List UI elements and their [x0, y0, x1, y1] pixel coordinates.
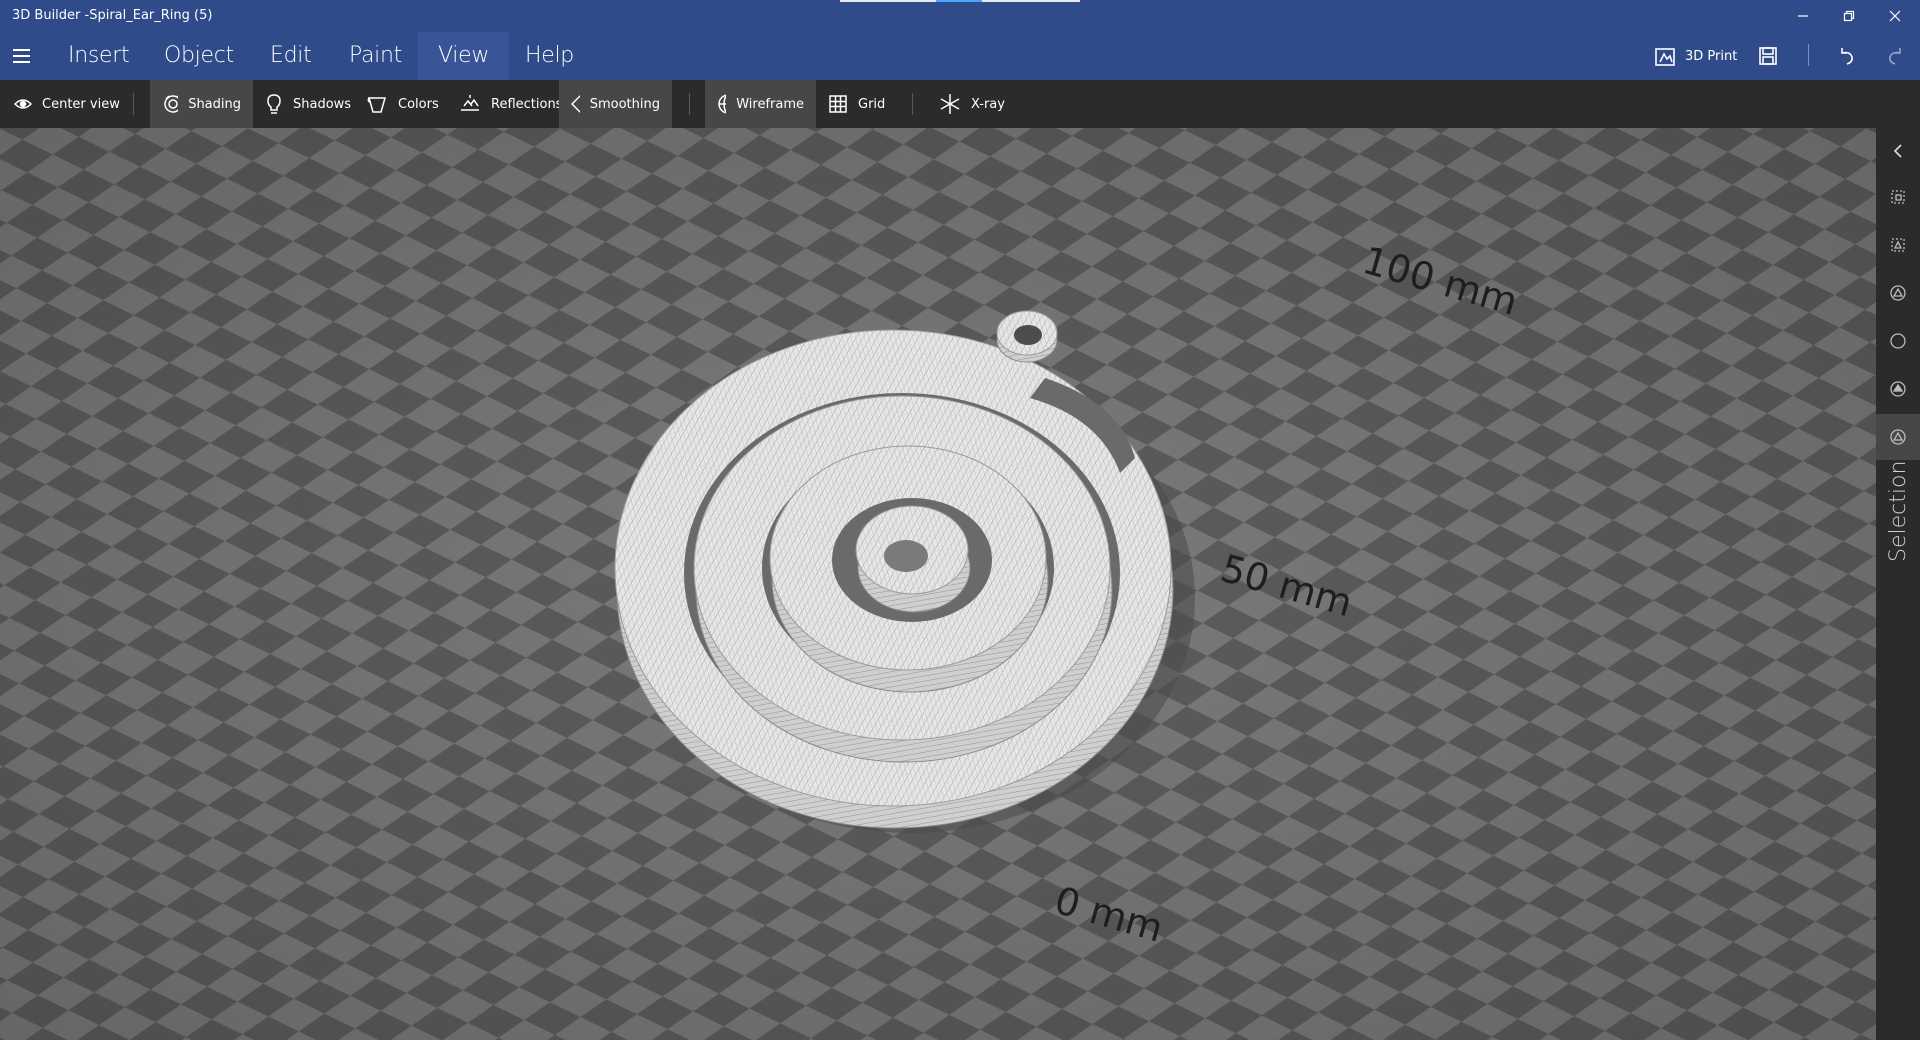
grid-icon [829, 95, 847, 113]
hamburger-menu-icon[interactable] [10, 44, 34, 68]
view-toolbar: Center view Shading Shadows Colors Refle… [0, 80, 1920, 128]
shading-icon [164, 95, 179, 113]
collapse-panel-button[interactable] [1876, 128, 1920, 174]
redo-icon [1889, 48, 1901, 65]
undo-button[interactable] [1836, 32, 1858, 80]
shading-label: Shading [188, 96, 241, 112]
hanging-loop-hole [1014, 325, 1042, 345]
minimize-icon [1798, 15, 1808, 17]
restore-button[interactable] [1826, 0, 1872, 32]
right-side-panel: Selection [1876, 128, 1920, 1040]
selection-panel-label: Selection [1884, 458, 1914, 568]
redo-button[interactable] [1884, 32, 1906, 80]
selection-mode-button[interactable] [1876, 414, 1920, 460]
select-faces-button[interactable] [1876, 222, 1920, 268]
smoothing-toggle[interactable]: Smoothing [559, 80, 672, 128]
colors-label: Colors [398, 96, 439, 112]
menu-view[interactable]: View [418, 32, 510, 80]
undo-icon [1841, 48, 1853, 65]
close-button[interactable] [1872, 0, 1918, 32]
center-view-label: Center view [42, 96, 120, 112]
select-edges-button[interactable] [1876, 270, 1920, 316]
loading-indicator [840, 0, 1080, 2]
menu-bar: Insert Object Edit Paint View Help 3D Pr… [0, 32, 1920, 80]
app-window: 3D Builder -Spiral_Ear_Ring (5) Insert O… [0, 0, 1920, 1040]
restore-icon [1843, 10, 1855, 22]
xray-label: X-ray [971, 96, 1005, 112]
save-icon [1759, 47, 1777, 65]
wireframe-toggle[interactable]: Wireframe [705, 80, 816, 128]
select-faces-icon [1891, 238, 1905, 252]
lightbulb-icon [267, 94, 281, 114]
select-edges-icon [1890, 285, 1906, 301]
selection-mode-icon [1890, 429, 1906, 445]
paint-bucket-icon [367, 97, 386, 113]
center-view-button[interactable]: Center view [2, 80, 132, 128]
shadows-toggle[interactable]: Shadows [253, 80, 363, 128]
colors-toggle[interactable]: Colors [354, 80, 451, 128]
reflections-toggle[interactable]: Reflections [447, 80, 574, 128]
grid-toggle[interactable]: Grid [816, 80, 897, 128]
smoothing-icon [571, 95, 580, 113]
print-3d-icon [1655, 48, 1675, 66]
select-objects-button[interactable] [1876, 174, 1920, 220]
title-bar: 3D Builder -Spiral_Ear_Ring (5) [0, 0, 1920, 32]
wireframe-label: Wireframe [736, 96, 804, 112]
grid-label: Grid [858, 96, 886, 112]
xray-toggle[interactable]: X-ray [927, 80, 1017, 128]
reflections-icon [461, 95, 479, 111]
center-hole [884, 540, 928, 572]
3d-print-button[interactable]: 3D Print [1654, 32, 1737, 80]
smoothing-label: Smoothing [589, 96, 660, 112]
globe-icon [718, 94, 727, 114]
toolbar-divider [133, 93, 134, 115]
shading-toggle[interactable]: Shading [150, 80, 253, 128]
selection-label: Selection [1886, 460, 1911, 562]
scene-canvas[interactable] [0, 128, 1876, 1040]
select-objects-icon [1891, 190, 1905, 204]
menu-edit[interactable]: Edit [250, 32, 331, 80]
shadows-label: Shadows [293, 96, 352, 112]
xray-icon [940, 94, 960, 114]
toolbar-divider [912, 93, 913, 115]
select-vertices-icon [1890, 333, 1906, 349]
menu-help[interactable]: Help [505, 32, 594, 80]
save-button[interactable] [1757, 32, 1779, 80]
menu-paint[interactable]: Paint [329, 32, 422, 80]
minimize-button[interactable] [1780, 0, 1826, 32]
divider [1808, 44, 1809, 66]
3d-print-label: 3D Print [1685, 48, 1738, 64]
menu-insert[interactable]: Insert [48, 32, 149, 80]
select-mesh-button[interactable] [1876, 366, 1920, 412]
window-title: 3D Builder -Spiral_Ear_Ring (5) [12, 8, 213, 23]
3d-viewport[interactable]: 100 mm 50 mm 0 mm [0, 128, 1876, 1040]
menu-object[interactable]: Object [144, 32, 254, 80]
select-mesh-icon [1890, 381, 1906, 397]
reflections-label: Reflections [491, 96, 563, 112]
toolbar-divider [689, 93, 690, 115]
chevron-left-icon [1893, 144, 1902, 158]
close-icon [1889, 10, 1901, 22]
eye-icon [14, 99, 32, 109]
select-vertices-button[interactable] [1876, 318, 1920, 364]
